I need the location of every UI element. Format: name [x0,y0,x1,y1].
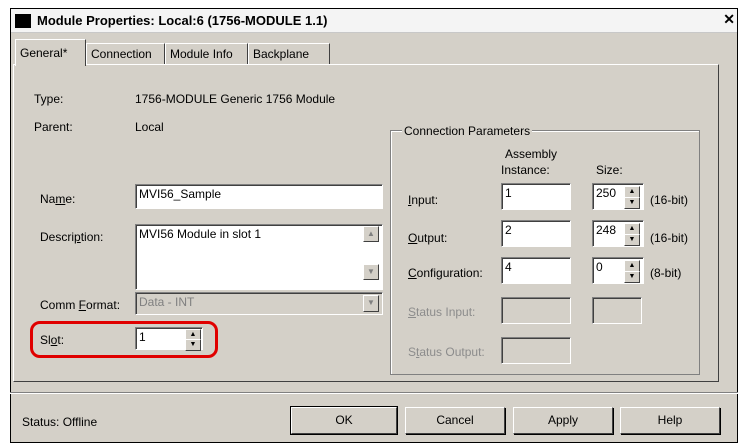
size-header: Size: [596,163,623,177]
output-size-unit: (16-bit) [650,231,689,245]
scroll-up-icon[interactable]: ▲ [363,226,379,242]
parent-value: Local [135,120,164,134]
name-label: Name: [40,192,76,206]
status-input-size-field [592,297,642,324]
spin-down-icon[interactable]: ▼ [624,271,640,283]
apply-button[interactable]: Apply [513,407,613,434]
name-input[interactable]: MVI56_Sample [135,184,383,209]
ok-button[interactable]: OK [290,406,398,435]
tab-general[interactable]: General* [15,39,86,66]
configuration-label: Configuration: [408,266,483,280]
status-text: Status: Offline [22,415,98,429]
chevron-down-icon: ▼ [363,295,379,312]
spin-down-icon[interactable]: ▼ [624,197,640,209]
slot-highlight-annotation [30,321,218,358]
cancel-button[interactable]: Cancel [405,407,505,434]
tab-backplane[interactable]: Backplane [248,43,330,65]
connection-parameters-title: Connection Parameters [402,124,533,138]
comm-format-label: Comm Format: [40,298,121,312]
configuration-size-unit: (8-bit) [650,266,682,280]
status-output-instance-field [501,337,571,364]
scroll-down-icon[interactable]: ▼ [363,264,379,280]
help-button[interactable]: Help [620,407,720,434]
tab-connection[interactable]: Connection [86,43,165,65]
window-icon [15,14,31,28]
close-icon[interactable]: ✕ [723,11,735,28]
assembly-header-line1: Assembly [505,147,558,161]
status-input-instance-field [501,297,571,324]
output-label: Output: [408,231,448,245]
description-textarea[interactable]: MVI56 Module in slot 1 [135,224,383,290]
input-label: Input: [408,193,439,207]
status-output-label: Status Output: [408,345,485,359]
parent-label: Parent: [34,120,73,134]
input-instance-field[interactable]: 1 [501,183,571,210]
footer-divider [10,392,738,394]
tab-module-info[interactable]: Module Info [165,43,248,65]
description-text: MVI56 Module in slot 1 [139,227,262,241]
description-label: Description: [40,230,104,244]
input-size-unit: (16-bit) [650,193,689,207]
output-instance-field[interactable]: 2 [501,220,571,247]
comm-format-value: Data - INT [139,295,195,309]
spin-down-icon[interactable]: ▼ [624,234,640,246]
comm-format-select: Data - INT [135,292,383,315]
status-input-label: Status Input: [408,305,476,319]
assembly-header-line2: Instance: [501,163,550,177]
configuration-instance-field[interactable]: 4 [501,257,571,284]
type-label: Type: [34,92,64,106]
title-bar: Module Properties: Local:6 (1756-MODULE … [11,9,737,33]
window-title: Module Properties: Local:6 (1756-MODULE … [37,13,328,28]
type-value: 1756-MODULE Generic 1756 Module [135,92,336,106]
